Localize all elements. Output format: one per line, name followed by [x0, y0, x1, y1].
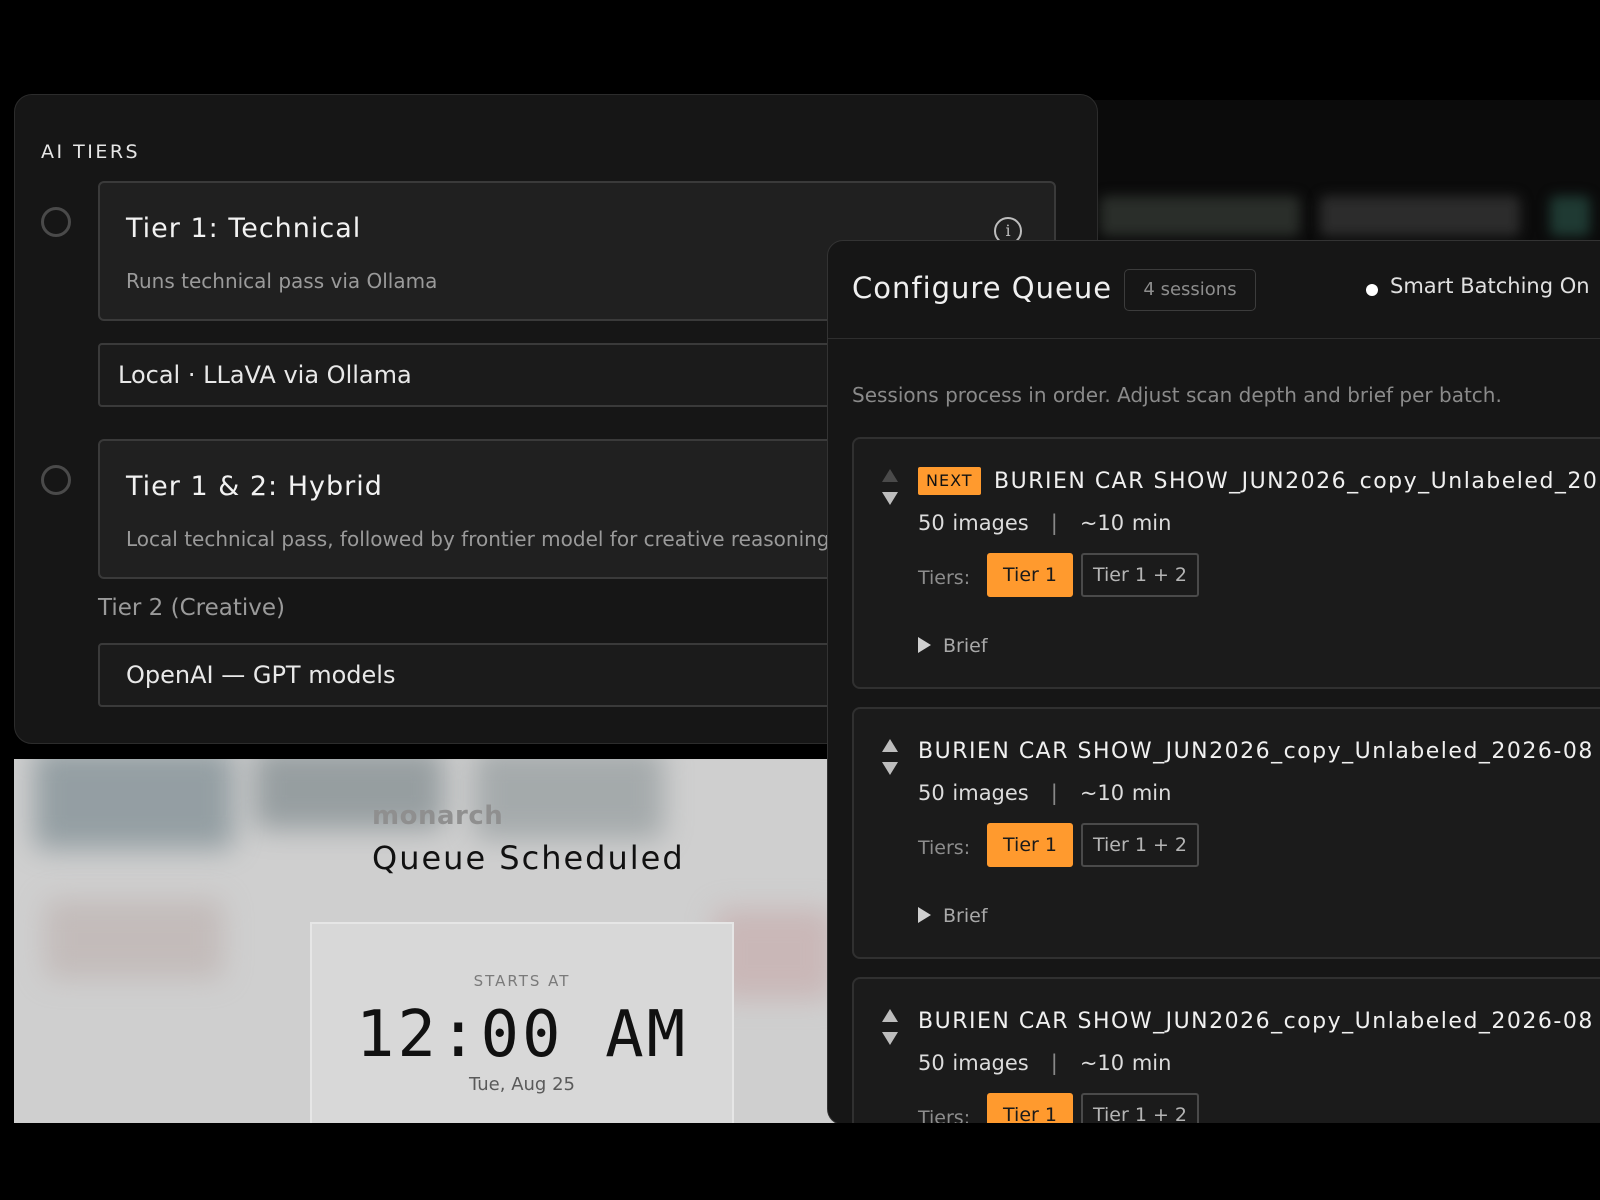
meta-separator: |	[1050, 511, 1058, 535]
queue-header: Configure Queue 4 sessions Smart Batchin…	[828, 241, 1600, 339]
session-duration: ~10 min	[1079, 781, 1172, 805]
session-duration: ~10 min	[1079, 511, 1172, 535]
queue-subtitle: Sessions process in order. Adjust scan d…	[852, 383, 1502, 407]
session-name: BURIEN CAR SHOW_JUN2026_copy_Unlabeled_2…	[918, 1009, 1594, 1034]
tier1-option-button[interactable]: Tier 1	[987, 823, 1073, 867]
brand-logo: monarch	[372, 801, 504, 831]
tiers-label: Tiers:	[918, 567, 971, 589]
scheduled-title: Queue Scheduled	[372, 839, 685, 877]
tier1-name: Tier 1: Technical	[126, 213, 362, 244]
brief-toggle[interactable]: Brief	[918, 905, 988, 927]
reorder-arrows	[882, 469, 898, 505]
brief-label: Brief	[943, 635, 988, 657]
session-name: BURIEN CAR SHOW_JUN2026_copy_Unlabeled_2…	[918, 739, 1594, 764]
queue-session: BURIEN CAR SHOW_JUN2026_copy_Unlabeled_2…	[852, 977, 1600, 1124]
smart-batching-toggle[interactable]: Smart Batching On	[1390, 274, 1590, 298]
status-dot-icon	[1366, 284, 1378, 296]
background-thumb	[1550, 196, 1590, 236]
tier2-model-value: OpenAI — GPT models	[126, 661, 396, 689]
sessions-count-badge: 4 sessions	[1124, 269, 1256, 311]
tiers-label: Tiers:	[918, 837, 971, 859]
meta-separator: |	[1050, 1051, 1058, 1075]
tier1-option-button[interactable]: Tier 1	[987, 1093, 1073, 1124]
move-down-icon[interactable]	[882, 762, 898, 775]
move-up-icon[interactable]	[882, 1009, 898, 1022]
session-image-count: 50 images	[918, 1051, 1029, 1075]
tier2-label: Tier 2 (Creative)	[98, 595, 285, 621]
queue-session: BURIEN CAR SHOW_JUN2026_copy_Unlabeled_2…	[852, 707, 1600, 959]
hybrid-radio[interactable]	[41, 465, 71, 495]
session-name: BURIEN CAR SHOW_JUN2026_copy_Unlabeled_2…	[994, 469, 1600, 494]
tier12-option-button[interactable]: Tier 1 + 2	[1081, 553, 1199, 597]
tier1-description: Runs technical pass via Ollama	[126, 269, 438, 293]
session-image-count: 50 images	[918, 511, 1029, 535]
configure-queue-panel: Configure Queue 4 sessions Smart Batchin…	[827, 240, 1600, 1125]
move-down-icon[interactable]	[882, 492, 898, 505]
start-date: Tue, Aug 25	[469, 1074, 575, 1095]
reorder-arrows	[882, 1009, 898, 1045]
move-up-icon[interactable]	[882, 469, 898, 482]
start-time: 12:00 AM	[355, 998, 689, 1072]
expand-triangle-icon	[918, 907, 931, 923]
bottom-margin	[0, 1123, 1600, 1200]
expand-triangle-icon	[918, 637, 931, 653]
session-meta: 50 images | ~10 min	[918, 1051, 1171, 1075]
session-meta: 50 images | ~10 min	[918, 511, 1171, 535]
tier1-option-button[interactable]: Tier 1	[987, 553, 1073, 597]
meta-separator: |	[1050, 781, 1058, 805]
move-down-icon[interactable]	[882, 1032, 898, 1045]
tier1-radio[interactable]	[41, 207, 71, 237]
brief-toggle[interactable]: Brief	[918, 635, 988, 657]
hybrid-description: Local technical pass, followed by fronti…	[126, 527, 830, 551]
session-image-count: 50 images	[918, 781, 1029, 805]
session-meta: 50 images | ~10 min	[918, 781, 1171, 805]
brief-label: Brief	[943, 905, 988, 927]
starts-at-label: STARTS AT	[473, 972, 571, 990]
next-badge: NEXT	[918, 467, 981, 495]
hybrid-name: Tier 1 & 2: Hybrid	[126, 471, 383, 502]
reorder-arrows	[882, 739, 898, 775]
start-time-card: STARTS AT 12:00 AM Tue, Aug 25	[310, 922, 734, 1123]
background-photo-blur	[44, 899, 224, 979]
tier12-option-button[interactable]: Tier 1 + 2	[1081, 823, 1199, 867]
background-photo-blur	[34, 759, 234, 849]
session-duration: ~10 min	[1079, 1051, 1172, 1075]
queue-session: NEXT BURIEN CAR SHOW_JUN2026_copy_Unlabe…	[852, 437, 1600, 689]
move-up-icon[interactable]	[882, 739, 898, 752]
queue-scheduled-card: monarch Queue Scheduled STARTS AT 12:00 …	[14, 759, 844, 1123]
tier12-option-button[interactable]: Tier 1 + 2	[1081, 1093, 1199, 1124]
queue-title: Configure Queue	[852, 271, 1113, 305]
background-thumb	[1320, 196, 1520, 236]
background-thumb	[1100, 196, 1300, 236]
tier1-model-value: Local · LLaVA via Ollama	[118, 361, 412, 389]
section-title: AI TIERS	[41, 141, 141, 163]
